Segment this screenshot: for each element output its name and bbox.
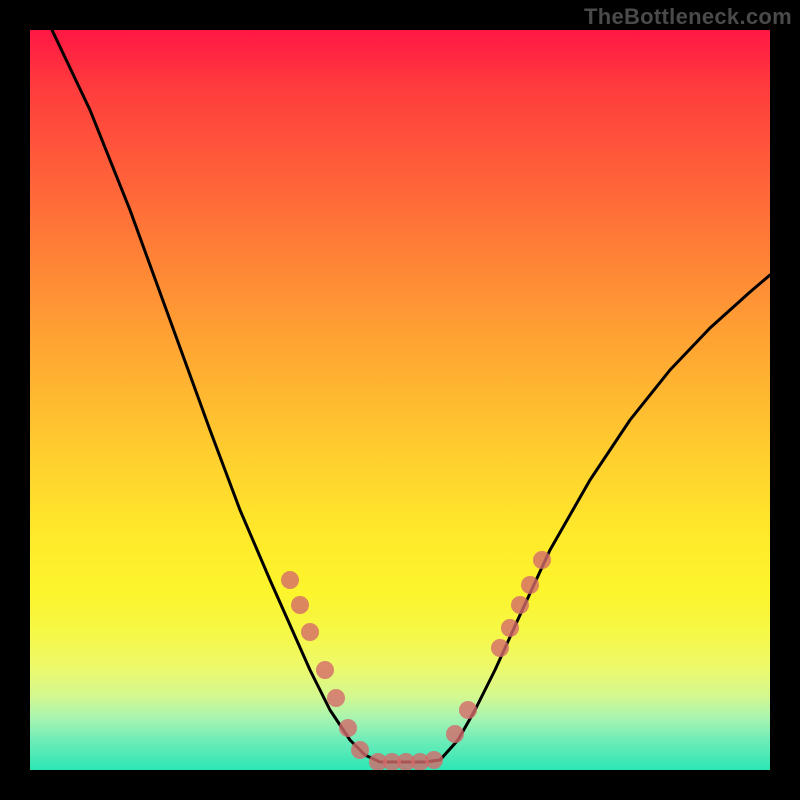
data-marker (511, 596, 529, 614)
data-marker (339, 719, 357, 737)
data-marker (351, 741, 369, 759)
data-marker (281, 571, 299, 589)
data-marker (491, 639, 509, 657)
bottleneck-curve (52, 30, 770, 762)
data-marker (425, 751, 443, 769)
data-marker (291, 596, 309, 614)
data-marker (327, 689, 345, 707)
data-markers (281, 551, 551, 770)
data-marker (501, 619, 519, 637)
data-marker (446, 725, 464, 743)
data-marker (459, 701, 477, 719)
data-marker (301, 623, 319, 641)
plot-area (30, 30, 770, 770)
watermark-text: TheBottleneck.com (584, 4, 792, 30)
data-marker (533, 551, 551, 569)
chart-container: TheBottleneck.com (0, 0, 800, 800)
data-marker (316, 661, 334, 679)
data-marker (521, 576, 539, 594)
chart-svg (30, 30, 770, 770)
